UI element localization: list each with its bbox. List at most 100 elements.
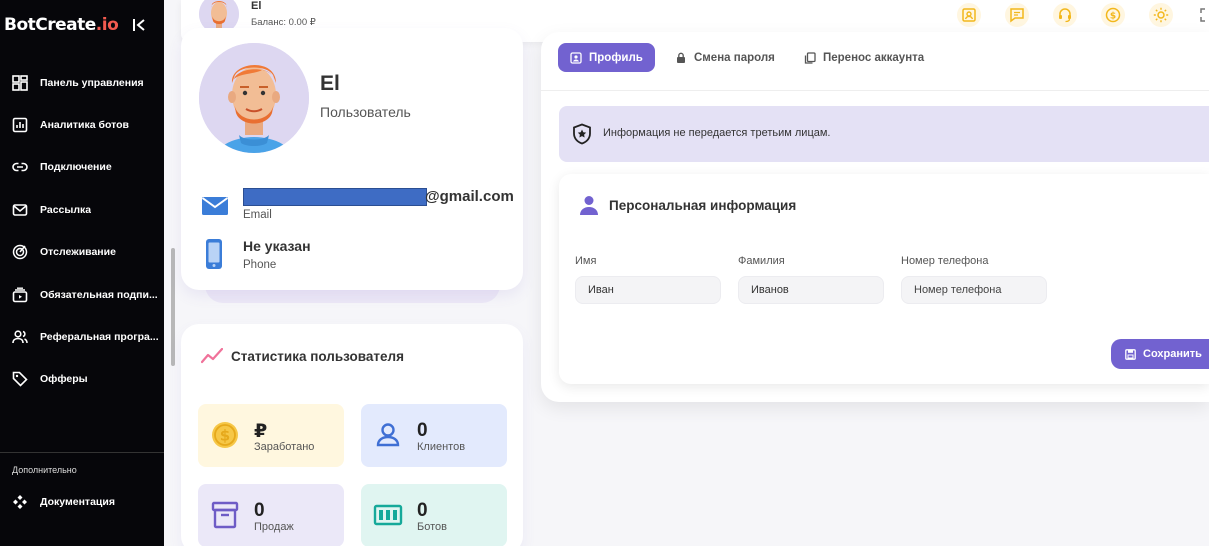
sidebar-item-label: Отслеживание: [40, 246, 116, 258]
sidebar-item-referral[interactable]: Реферальная програ...: [12, 326, 160, 348]
personal-info-title: Персональная информация: [609, 198, 797, 213]
sidebar-item-analytics[interactable]: Аналитика ботов: [12, 114, 160, 136]
tab-account-transfer[interactable]: Перенос аккаунта: [792, 43, 936, 72]
shield-icon: [573, 123, 591, 145]
email-icon: [201, 197, 229, 215]
support-icon: [1059, 8, 1071, 23]
sidebar-item-connection[interactable]: Подключение: [12, 156, 160, 178]
tabs-divider: [541, 90, 1209, 91]
dashboard-icon: [12, 75, 28, 91]
sidebar-item-docs[interactable]: Документация: [12, 491, 160, 513]
privacy-notice-text: Информация не передается третьим лицам.: [603, 127, 831, 139]
svg-text:$: $: [220, 427, 230, 445]
tab-profile[interactable]: Профиль: [558, 43, 655, 72]
phone-label: Phone: [243, 259, 277, 271]
email-label: Email: [243, 209, 272, 221]
person-icon: [580, 196, 598, 215]
personal-info-card: Персональная информация Имя Фамилия Номе…: [559, 174, 1209, 384]
lock-icon: [677, 52, 685, 63]
subscription-icon: [12, 287, 28, 303]
first-name-label: Имя: [575, 255, 597, 267]
avatar-illustration: [199, 43, 309, 153]
sidebar-item-tracking[interactable]: Отслеживание: [12, 241, 160, 263]
first-name-input[interactable]: [575, 276, 721, 304]
sidebar-item-label: Панель управления: [40, 77, 144, 89]
phone-number-input[interactable]: [901, 276, 1047, 304]
header-user-name: El: [251, 0, 262, 12]
profile-avatar: [199, 43, 309, 153]
stat-label: Клиентов: [417, 441, 466, 453]
svg-text:$: $: [1110, 11, 1116, 21]
balance-button[interactable]: $: [1101, 3, 1125, 27]
sidebar-item-subscription[interactable]: Обязательная подпи...: [12, 284, 160, 306]
analytics-icon: [12, 117, 28, 133]
email-redacted: [243, 188, 427, 206]
stat-label: Ботов: [417, 521, 447, 533]
contact-icon: [962, 8, 976, 22]
tracking-icon: [12, 244, 28, 260]
stat-label: Заработано: [254, 441, 315, 453]
referral-icon: [12, 330, 28, 344]
tab-label: Перенос аккаунта: [823, 51, 925, 64]
phone-number-label: Номер телефона: [901, 255, 989, 267]
profile-name: El: [320, 72, 340, 95]
sidebar-item-mailing[interactable]: Рассылка: [12, 199, 160, 221]
sidebar-section-title: Дополнительно: [12, 465, 77, 475]
stat-label: Продаж: [254, 521, 294, 533]
sidebar-item-label: Рассылка: [40, 204, 92, 216]
stat-sales: 0 Продаж: [198, 484, 344, 546]
privacy-notice: Информация не передается третьим лицам.: [559, 106, 1209, 162]
stat-value: 0: [417, 420, 428, 441]
link-icon: [12, 162, 28, 172]
sidebar-divider: [0, 452, 164, 453]
save-button-label: Сохранить: [1143, 348, 1202, 360]
fullscreen-button[interactable]: [1195, 3, 1209, 27]
header-balance: Баланс: 0.00 ₽: [251, 17, 316, 28]
trend-icon: [201, 348, 223, 364]
last-name-label: Фамилия: [738, 255, 785, 267]
profile-card: El Пользователь @gmail.com Email Не указ…: [181, 28, 523, 290]
chat-icon: [1010, 8, 1024, 23]
tab-label: Профиль: [589, 51, 643, 64]
tab-label: Смена пароля: [694, 51, 775, 64]
phone-icon: [206, 239, 222, 269]
sidebar-scrollbar[interactable]: [171, 248, 175, 366]
contact-button[interactable]: [957, 3, 981, 27]
profile-role: Пользователь: [320, 104, 411, 120]
sidebar-item-label: Подключение: [40, 161, 112, 173]
save-icon: [1125, 348, 1136, 360]
last-name-input[interactable]: [738, 276, 884, 304]
collapse-sidebar-icon[interactable]: [131, 17, 147, 33]
archive-icon: [211, 501, 239, 529]
sidebar-item-dashboard[interactable]: Панель управления: [12, 72, 160, 94]
tag-icon: [12, 371, 28, 387]
sidebar-item-label: Обязательная подпи...: [40, 289, 158, 301]
stat-value: 0: [417, 500, 428, 521]
coin-icon: $: [212, 422, 238, 448]
fullscreen-icon: [1200, 8, 1209, 22]
theme-toggle-button[interactable]: [1149, 3, 1173, 27]
save-button[interactable]: Сохранить: [1111, 339, 1209, 369]
dollar-icon: $: [1105, 7, 1121, 23]
user-icon: [376, 423, 400, 447]
support-button[interactable]: [1053, 3, 1077, 27]
stat-value: ₽: [254, 421, 268, 442]
app-logo[interactable]: BotCreate.io: [4, 15, 119, 35]
sidebar: BotCreate.io Панель управления Аналитика…: [0, 0, 164, 546]
settings-panel: Профиль Смена пароля Перенос аккаунта Ин…: [541, 32, 1209, 402]
tab-change-password[interactable]: Смена пароля: [663, 43, 787, 72]
sidebar-item-offers[interactable]: Офферы: [12, 368, 160, 390]
stat-clients: 0 Клиентов: [361, 404, 507, 467]
sidebar-item-label: Документация: [40, 496, 115, 508]
stat-earned: $ ₽ Заработано: [198, 404, 344, 467]
copy-icon: [804, 51, 816, 64]
mail-icon: [12, 204, 28, 216]
stats-title: Статистика пользователя: [231, 349, 404, 364]
profile-card-icon: [570, 51, 582, 64]
phone-value: Не указан: [243, 238, 311, 254]
sun-icon: [1153, 7, 1169, 23]
sidebar-item-label: Офферы: [40, 373, 88, 385]
stats-card: Статистика пользователя $ ₽ Заработано 0…: [181, 324, 523, 546]
chat-button[interactable]: [1005, 3, 1029, 27]
stat-value: 0: [254, 500, 265, 521]
